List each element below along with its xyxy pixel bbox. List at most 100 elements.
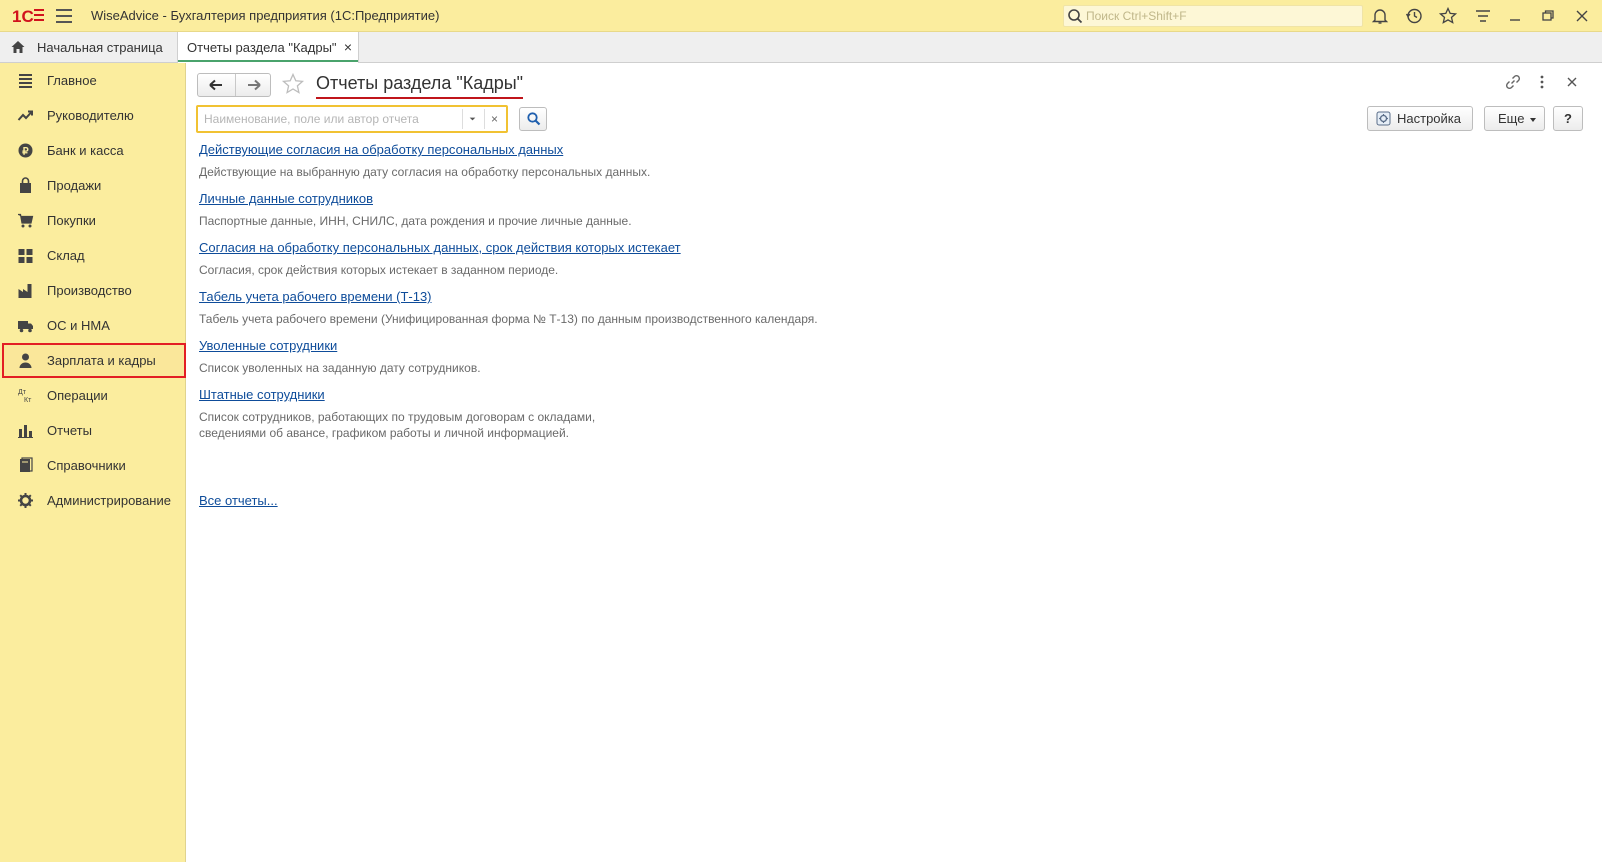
close-icon[interactable]: [1573, 7, 1591, 25]
favorite-star-icon[interactable]: [281, 72, 305, 96]
report-search-field[interactable]: ×: [196, 105, 508, 133]
sidebar-item-label: ОС и НМА: [47, 318, 110, 333]
sidebar-item-production[interactable]: Производство: [2, 273, 186, 308]
report-item: Действующие согласия на обработку персон…: [199, 142, 650, 180]
report-link[interactable]: Штатные сотрудники: [199, 387, 595, 402]
sidebar-item-label: Отчеты: [47, 423, 92, 438]
bag-icon: [20, 177, 31, 193]
bell-icon[interactable]: [1371, 7, 1389, 25]
sidebar-item-label: Зарплата и кадры: [47, 353, 156, 368]
forward-arrow-icon[interactable]: [236, 74, 272, 96]
sidebar-item-purchases[interactable]: Покупки: [2, 203, 186, 238]
sidebar-item-label: Производство: [47, 283, 132, 298]
page-title: Отчеты раздела "Кадры": [316, 73, 524, 99]
link-icon[interactable]: [1504, 73, 1522, 91]
report-item: Личные данные сотрудников Паспортные дан…: [199, 191, 632, 229]
tab-close-icon[interactable]: ×: [344, 32, 352, 63]
sidebar-item-label: Продажи: [47, 178, 102, 193]
1c-logo-icon: 1С: [12, 7, 44, 26]
coin-icon: ₽: [18, 143, 33, 158]
tab-home-label: Начальная страница: [37, 40, 163, 55]
report-link[interactable]: Табель учета рабочего времени (Т-13): [199, 289, 818, 304]
settings-button[interactable]: Настройка: [1367, 106, 1473, 131]
dt-kt-icon: ДтКт: [18, 389, 32, 404]
sidebar-item-label: Справочники: [47, 458, 126, 473]
list-icon: [19, 74, 32, 88]
books-icon: [20, 457, 33, 472]
history-icon[interactable]: [1405, 7, 1423, 25]
sidebar-item-directories[interactable]: Справочники: [2, 448, 186, 483]
report-link[interactable]: Личные данные сотрудников: [199, 191, 632, 206]
favorites-icon[interactable]: [1439, 7, 1457, 25]
tab-active-label: Отчеты раздела "Кадры": [187, 40, 337, 55]
cart-icon: [18, 213, 34, 228]
more-vertical-icon[interactable]: [1533, 73, 1551, 91]
search-button[interactable]: [519, 107, 547, 131]
report-description: сведениями об авансе, графиком работы и …: [199, 426, 570, 440]
sidebar-item-label: Руководителю: [47, 108, 134, 123]
global-search[interactable]: [1063, 5, 1363, 27]
all-reports-link[interactable]: Все отчеты...: [199, 493, 278, 508]
trend-icon: [17, 110, 33, 121]
report-description: Согласия, срок действия которых истекает…: [199, 263, 559, 277]
sidebar-item-sales[interactable]: Продажи: [2, 168, 186, 203]
report-description: Список уволенных на заданную дату сотруд…: [199, 361, 481, 375]
report-search-input[interactable]: [204, 111, 456, 127]
more-button[interactable]: Еще: [1484, 106, 1545, 131]
clear-search-icon[interactable]: ×: [484, 109, 504, 129]
svg-text:Дт: Дт: [18, 389, 27, 396]
main-content: Отчеты раздела "Кадры" × Настройка Еще ?…: [187, 63, 1602, 862]
report-link[interactable]: Согласия на обработку персональных данны…: [199, 240, 681, 255]
sidebar-item-label: Покупки: [47, 213, 96, 228]
tab-reports-kadry[interactable]: Отчеты раздела "Кадры" ×: [177, 32, 359, 64]
report-description: Действующие на выбранную дату согласия н…: [199, 165, 651, 179]
sidebar-item-administration[interactable]: Администрирование: [2, 483, 186, 518]
tab-bar: Начальная страница Отчеты раздела "Кадры…: [0, 32, 1602, 64]
more-button-label: Еще: [1498, 111, 1525, 126]
report-item: Штатные сотрудники Список сотрудников, р…: [199, 387, 595, 441]
help-button[interactable]: ?: [1553, 106, 1583, 131]
bar-chart-icon: [18, 425, 33, 438]
gear-icon: [18, 493, 33, 508]
person-icon: [19, 353, 32, 368]
report-item: Табель учета рабочего времени (Т-13) Таб…: [199, 289, 818, 327]
back-arrow-icon[interactable]: [198, 74, 234, 96]
report-link[interactable]: Уволенные сотрудники: [199, 338, 481, 353]
svg-text:Кт: Кт: [24, 397, 32, 404]
caret-down-icon: [1530, 118, 1536, 122]
svg-text:1С: 1С: [12, 7, 34, 26]
sidebar-item-bank[interactable]: ₽ Банк и касса: [2, 133, 186, 168]
sidebar-item-reports[interactable]: Отчеты: [2, 413, 186, 448]
sidebar-item-main[interactable]: Главное: [2, 63, 186, 98]
report-description: Табель учета рабочего времени (Унифициро…: [199, 312, 818, 326]
sidebar-item-label: Главное: [47, 73, 97, 88]
close-form-icon[interactable]: [1563, 73, 1581, 91]
factory-icon: [18, 284, 32, 298]
home-icon: [11, 41, 25, 53]
title-bar: 1С WiseAdvice - Бухгалтерия предприятия …: [0, 0, 1602, 32]
sidebar-item-fixed-assets[interactable]: ОС и НМА: [2, 308, 186, 343]
main-menu-icon[interactable]: [56, 9, 72, 23]
restore-icon[interactable]: [1539, 7, 1557, 25]
truck-icon: [18, 321, 33, 333]
minimize-icon[interactable]: [1506, 7, 1524, 25]
sidebar-item-salary-hr[interactable]: Зарплата и кадры: [2, 343, 186, 378]
sidebar-item-label: Банк и касса: [47, 143, 124, 158]
report-item: Уволенные сотрудники Список уволенных на…: [199, 338, 481, 376]
report-description: Паспортные данные, ИНН, СНИЛС, дата рожд…: [199, 214, 632, 228]
sidebar-item-warehouse[interactable]: Склад: [2, 238, 186, 273]
sidebar-item-operations[interactable]: Дт Кт Операции: [2, 378, 186, 413]
sidebar-item-label: Администрирование: [47, 493, 171, 508]
chevron-down-icon[interactable]: [462, 109, 482, 129]
menu-lines-icon[interactable]: [1474, 7, 1492, 25]
svg-text:₽: ₽: [22, 146, 29, 157]
search-icon: [527, 112, 541, 126]
report-description: Список сотрудников, работающих по трудов…: [199, 410, 596, 424]
sidebar-item-label: Операции: [47, 388, 108, 403]
settings-panel-icon: [1376, 111, 1391, 126]
tab-home[interactable]: Начальная страница: [0, 32, 176, 63]
global-search-input[interactable]: [1086, 8, 1356, 24]
sidebar-item-manager[interactable]: Руководителю: [2, 98, 186, 133]
report-link[interactable]: Действующие согласия на обработку персон…: [199, 142, 650, 157]
sidebar-item-label: Склад: [47, 248, 85, 263]
